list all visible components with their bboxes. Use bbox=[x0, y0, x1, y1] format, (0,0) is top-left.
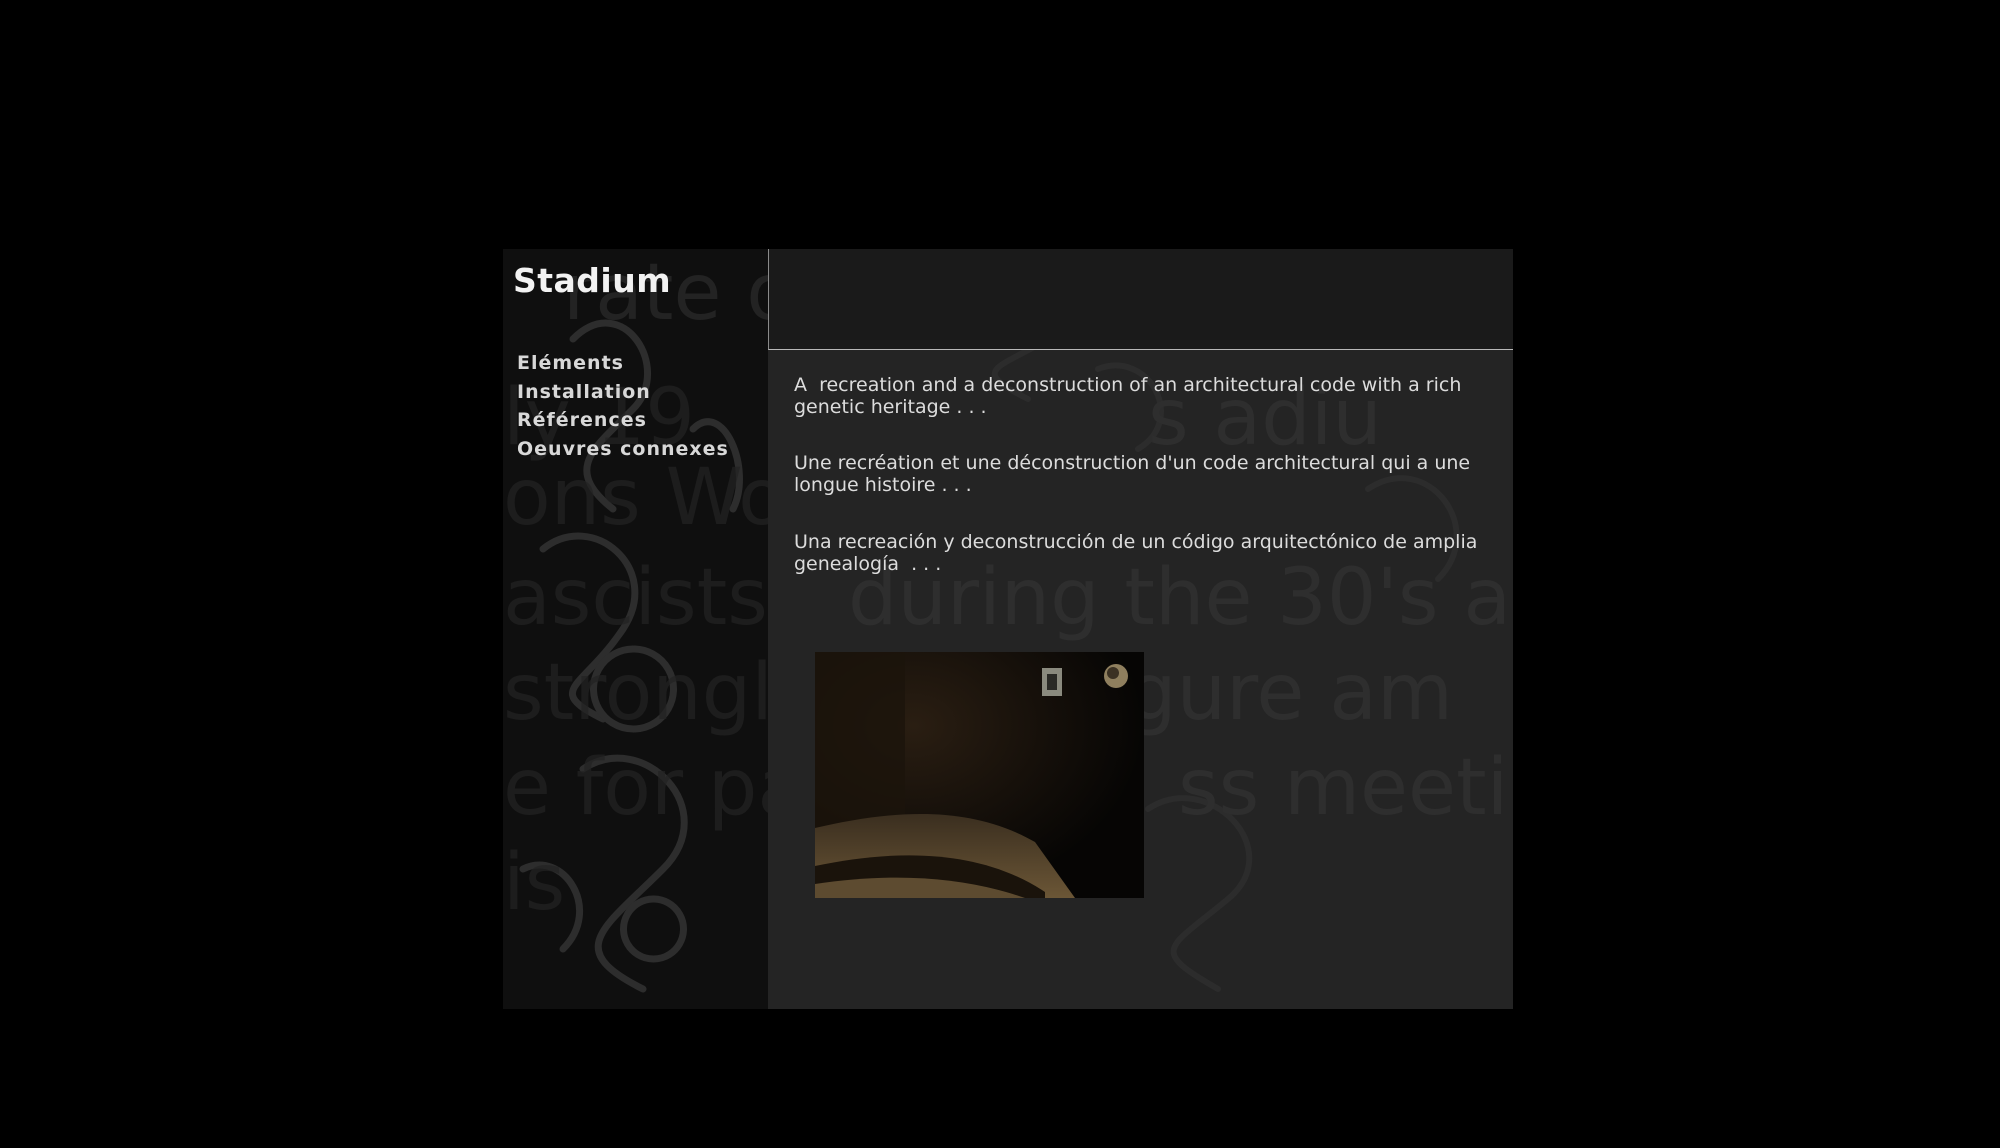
content-header-band bbox=[768, 249, 1513, 350]
page-frame: rate of the early 20th de ly 19 ons Wo a… bbox=[503, 249, 1513, 1009]
nav-item-elements[interactable]: Eléments bbox=[517, 349, 729, 378]
description-french: Une recréation et une déconstruction d'u… bbox=[794, 452, 1471, 496]
nav-item-related-works[interactable]: Oeuvres connexes bbox=[517, 435, 729, 464]
sidebar-nav: Eléments Installation Références Oeuvres… bbox=[517, 349, 729, 463]
description-spanish: Una recreación y deconstrucción de un có… bbox=[794, 531, 1478, 575]
nav-item-references[interactable]: Références bbox=[517, 406, 729, 435]
page-title: Stadium bbox=[513, 261, 672, 300]
svg-text:ss meeti: ss meeti bbox=[1178, 743, 1508, 833]
content-panel: of the early 20th de s adiu during the 3… bbox=[768, 249, 1513, 1009]
sidebar: Stadium Eléments Installation Références… bbox=[503, 249, 768, 1009]
installation-photo-image bbox=[815, 652, 1144, 898]
nav-item-installation[interactable]: Installation bbox=[517, 378, 729, 407]
installation-photo[interactable] bbox=[815, 652, 1144, 898]
description-english: A recreation and a deconstruction of an … bbox=[794, 374, 1462, 418]
